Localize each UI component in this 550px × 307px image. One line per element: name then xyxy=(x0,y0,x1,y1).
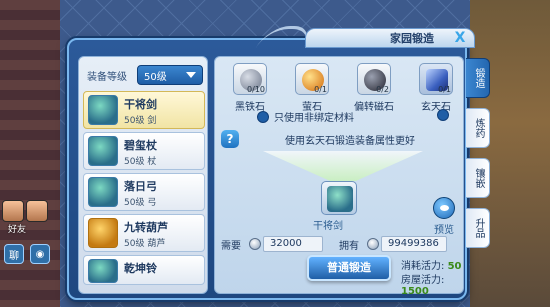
material-count: 0/1 xyxy=(314,85,327,94)
house-vitality: 房屋活力: 1500 xyxy=(401,271,463,297)
level-dropdown[interactable]: 50级 xyxy=(137,65,203,85)
equip-level-row: 装备等级 50级 xyxy=(87,65,203,85)
preview-eye-icon[interactable] xyxy=(433,197,455,219)
material-slot-frame: 0/10 xyxy=(233,63,267,95)
list-item[interactable]: 九转葫芦 50级 葫芦 xyxy=(83,214,205,252)
equipment-list-panel: 装备等级 50级 干将剑 50级 剑 碧玺杖 50级 杖 落日弓 50级 弓 九… xyxy=(78,56,208,294)
forge-content-panel: 0/10 黑铁石 0/1 萤石 0/2 偏转磁石 0/1 玄天石 只使用非绑定材… xyxy=(214,56,465,297)
tab-forge[interactable]: 锻造 xyxy=(466,58,490,98)
tip-text: 使用玄天石锻造装备属性更好 xyxy=(285,135,415,147)
list-item[interactable]: 干将剑 50级 剑 xyxy=(83,91,205,129)
list-item[interactable]: 碧玺杖 50级 杖 xyxy=(83,132,205,170)
material-slot-frame: 0/2 xyxy=(357,63,391,95)
list-item[interactable]: 落日弓 50级 弓 xyxy=(83,173,205,211)
need-value: 32000 xyxy=(263,236,323,252)
need-label: 需要 xyxy=(221,240,241,252)
friend-label[interactable]: 好友 xyxy=(8,222,26,235)
close-button[interactable]: X xyxy=(452,30,468,46)
have-label: 拥有 xyxy=(339,240,359,252)
player-avatar[interactable] xyxy=(2,200,24,222)
bind-option-row: 只使用非绑定材料 xyxy=(257,109,354,124)
vitality-cost: 消耗活力: 50 xyxy=(401,257,461,272)
chevron-down-icon xyxy=(186,72,196,78)
item-sub: 50级 剑 xyxy=(124,116,157,126)
preview-label[interactable]: 预览 xyxy=(434,221,454,236)
material-count: 0/10 xyxy=(247,85,265,94)
tab-alchemy[interactable]: 炼药 xyxy=(466,108,490,148)
material-slot[interactable]: 0/1 玄天石 xyxy=(407,63,465,119)
item-name: 乾坤铃 xyxy=(124,262,157,275)
material-slot-frame: 0/1 xyxy=(419,63,453,95)
silver-coin-icon xyxy=(249,238,261,250)
result-slot[interactable] xyxy=(321,181,357,215)
tab-upgrade[interactable]: 升品 xyxy=(466,208,490,248)
item-sub: 50级 葫芦 xyxy=(124,239,166,249)
silver-coin-icon xyxy=(367,238,379,250)
sword-icon xyxy=(327,186,353,212)
house-vitality-label: 房屋活力: xyxy=(401,275,445,286)
material-count: 0/2 xyxy=(376,85,389,94)
gourd-icon xyxy=(88,218,118,248)
list-item[interactable]: 乾坤铃 xyxy=(83,255,205,285)
tab-inlay[interactable]: 镶嵌 xyxy=(466,158,490,198)
non-bound-checkbox[interactable] xyxy=(257,110,269,123)
item-sub: 50级 弓 xyxy=(124,198,157,208)
material-count: 0/1 xyxy=(438,85,451,94)
cost-bar: 需要 32000 拥有 99499386 xyxy=(221,235,459,253)
title-bar: 家园锻造 X xyxy=(305,28,475,48)
help-button[interactable]: ? xyxy=(221,130,239,148)
voice-icon[interactable]: ◉ xyxy=(30,244,50,264)
normal-forge-button[interactable]: 普通锻造 xyxy=(307,255,391,281)
level-dropdown-value: 50级 xyxy=(144,71,167,83)
side-tabs: 锻造 炼药 镶嵌 升品 xyxy=(466,58,490,258)
material-name: 玄天石 xyxy=(421,102,451,113)
bind-option-label: 只使用非绑定材料 xyxy=(274,113,354,124)
left-hud: 好友 聊 ◉ xyxy=(0,198,60,307)
chat-label: 聊 xyxy=(9,250,19,262)
item-name: 干将剑 xyxy=(124,98,157,111)
bow-icon xyxy=(88,177,118,207)
player-avatar-2[interactable] xyxy=(26,200,48,222)
material-slot-frame: 0/1 xyxy=(295,63,329,95)
chat-icon[interactable]: 聊 xyxy=(4,244,24,264)
staff-icon xyxy=(88,136,118,166)
item-name: 落日弓 xyxy=(124,180,157,193)
item-name: 碧玺杖 xyxy=(124,139,157,152)
window-title: 家园锻造 xyxy=(390,32,434,45)
item-sub: 50级 杖 xyxy=(124,157,157,167)
item-name: 九转葫芦 xyxy=(124,221,168,234)
house-vitality-value: 1500 xyxy=(401,286,429,297)
have-value: 99499386 xyxy=(381,236,447,252)
bell-icon xyxy=(88,259,118,283)
result-name: 干将剑 xyxy=(313,221,343,232)
xuantian-checkbox[interactable] xyxy=(437,109,449,121)
equip-level-label: 装备等级 xyxy=(87,71,127,83)
sword-icon xyxy=(88,95,118,125)
tip-row: ? 使用玄天石锻造装备属性更好 xyxy=(221,129,459,149)
item-list: 干将剑 50级 剑 碧玺杖 50级 杖 落日弓 50级 弓 九转葫芦 50级 葫… xyxy=(83,91,205,288)
forge-light-beam xyxy=(263,151,423,181)
